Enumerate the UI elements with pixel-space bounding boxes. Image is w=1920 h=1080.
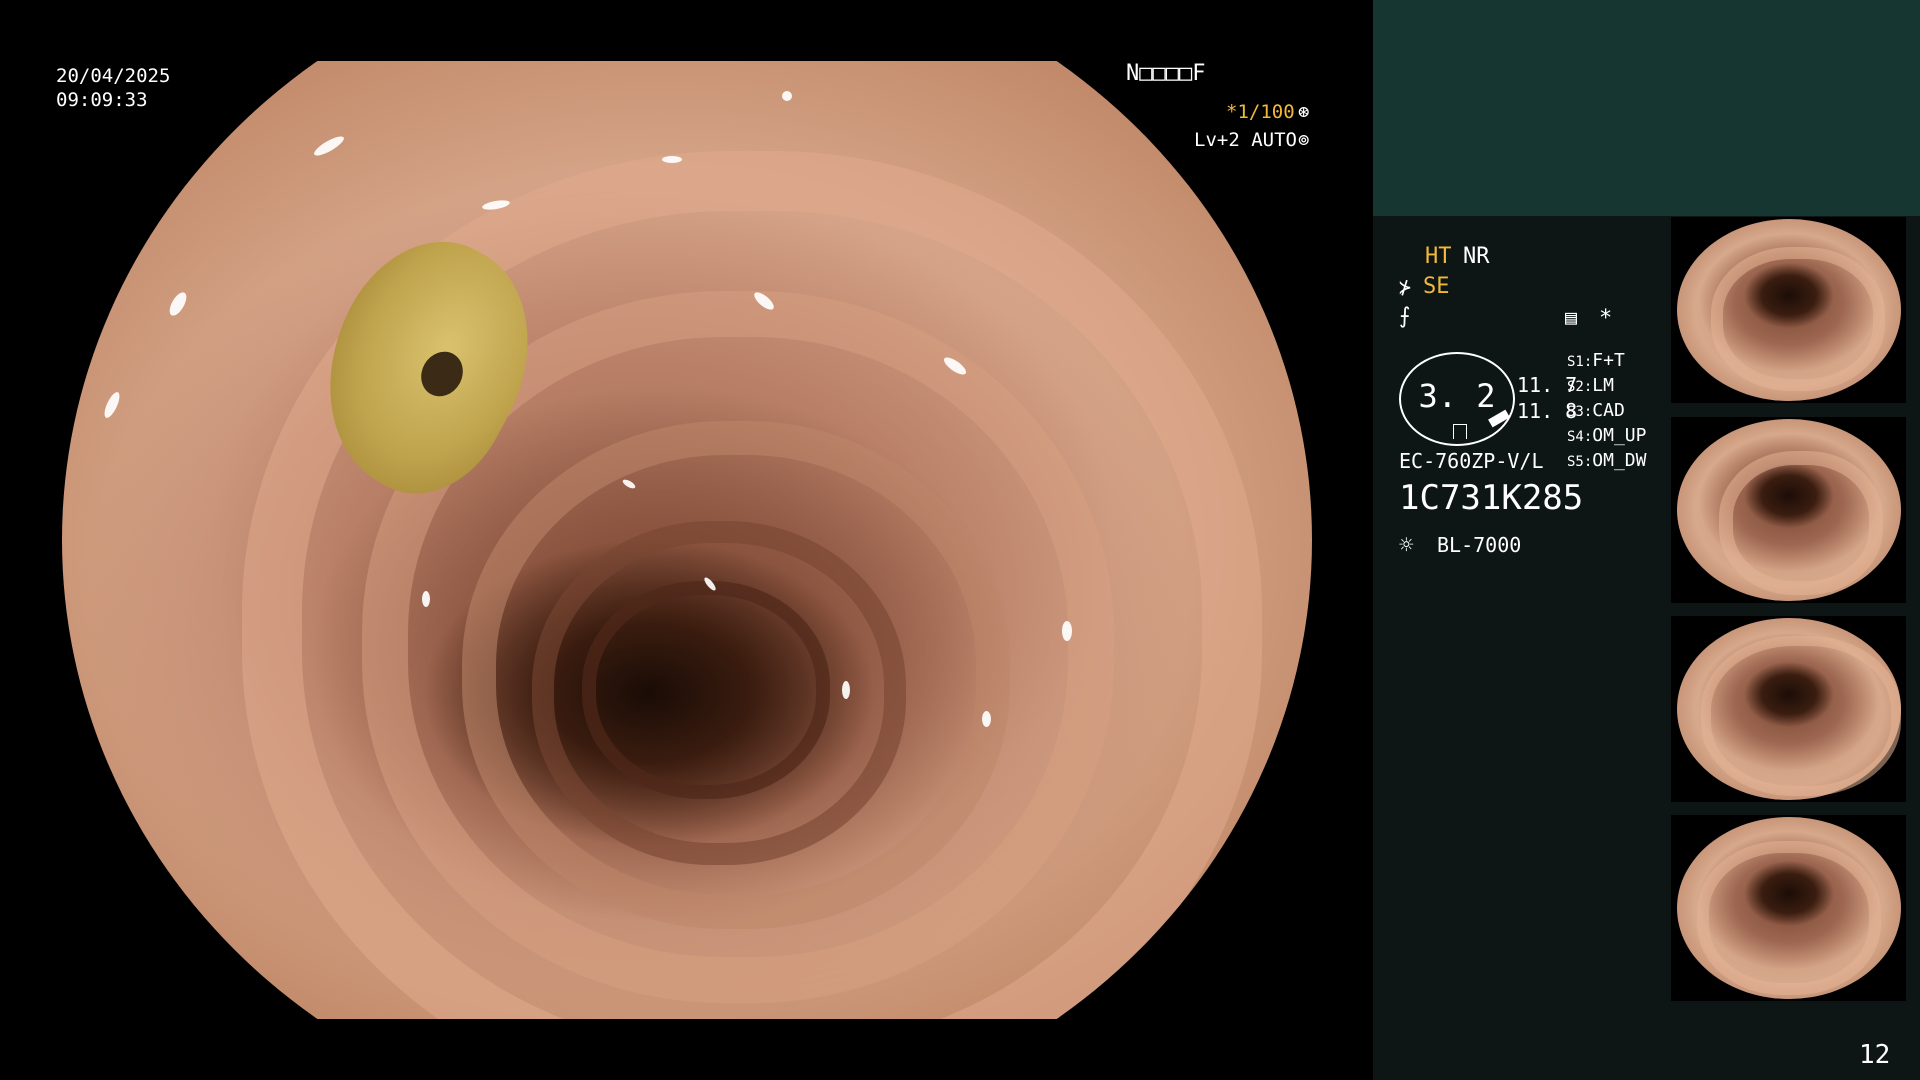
document-icon: ▤ [1565, 305, 1578, 329]
light-source-model: BL-7000 [1437, 533, 1522, 557]
shutter-speed: *1/100 [1226, 101, 1295, 123]
colon-lumen-image [62, 61, 1312, 1019]
scope-switch-5: S5:OM_DW [1567, 450, 1646, 473]
zoom-dial: 3. 2 [1399, 352, 1515, 446]
captured-image-thumbnail[interactable] [1671, 815, 1906, 1001]
scope-switch-4: S4:OM_UP [1567, 425, 1646, 448]
switch-label: F+T [1592, 350, 1625, 371]
panel-header-area [1373, 0, 1920, 216]
exam-date: 20/04/2025 [56, 65, 171, 87]
structure-enhance-icon: ⊁ [1399, 275, 1412, 299]
scope-serial: 1C731K285 [1399, 478, 1584, 518]
nr-indicator: NR [1463, 244, 1490, 269]
thumbnail-fold [1701, 636, 1901, 796]
star-marker: * [1599, 306, 1613, 331]
switch-label: CAD [1592, 400, 1625, 421]
scope-model: EC-760ZP-V/L [1399, 449, 1544, 473]
auto-iris-icon: ⊚ [1298, 129, 1310, 151]
se-indicator: SE [1423, 274, 1450, 299]
light-reflection [166, 289, 190, 319]
switch-number: S4: [1567, 429, 1593, 445]
thumbnail-fold [1719, 451, 1883, 595]
captured-image-thumbnail[interactable] [1671, 417, 1906, 603]
switch-number: S1: [1567, 354, 1593, 370]
switch-label: OM_UP [1592, 425, 1647, 446]
light-reflection [311, 133, 347, 159]
light-reflection [101, 390, 123, 420]
image-count: 12 [1859, 1040, 1891, 1070]
status-panel: HT NR ⊁ SE ⨍ ▤ * 3. 2 11. 7 11. 8 S1:F+T… [1373, 0, 1920, 1080]
dial-mark-icon [1453, 424, 1467, 439]
exam-time: 09:09:33 [56, 89, 148, 111]
light-reflection [782, 91, 792, 101]
zoom-value: 3. 2 [1418, 377, 1496, 415]
light-reflection [982, 711, 991, 727]
shutter-icon: ⊛ [1298, 101, 1310, 123]
captured-image-thumbnail[interactable] [1671, 217, 1906, 403]
light-reflection [842, 681, 850, 699]
brightness-level: Lv+2 AUTO [1194, 129, 1297, 151]
scope-switch-2: S2:LM [1567, 375, 1614, 398]
switch-number: S2: [1567, 379, 1593, 395]
switch-label: LM [1592, 375, 1614, 396]
light-reflection [1062, 621, 1072, 641]
mucosal-fold [582, 581, 830, 799]
light-reflection [662, 156, 682, 163]
filter-icon: ⨍ [1399, 304, 1411, 329]
light-source-icon: ☼ [1399, 531, 1414, 559]
captured-image-thumbnail[interactable] [1671, 616, 1906, 802]
endoscope-video-area: 20/04/2025 09:09:33 N□□□□F *1/100 ⊛ Lv+2… [0, 0, 1373, 1080]
switch-label: OM_DW [1592, 450, 1647, 471]
ht-indicator: HT [1425, 244, 1452, 269]
switch-number: S5: [1567, 454, 1593, 470]
switch-number: S3: [1567, 404, 1593, 420]
scope-switch-3: S3:CAD [1567, 400, 1625, 423]
thumbnail-fold [1711, 247, 1885, 391]
scope-switch-1: S1:F+T [1567, 350, 1625, 373]
patient-id: N□□□□F [1126, 61, 1206, 86]
light-reflection [422, 591, 430, 607]
thumbnail-fold [1697, 841, 1881, 995]
